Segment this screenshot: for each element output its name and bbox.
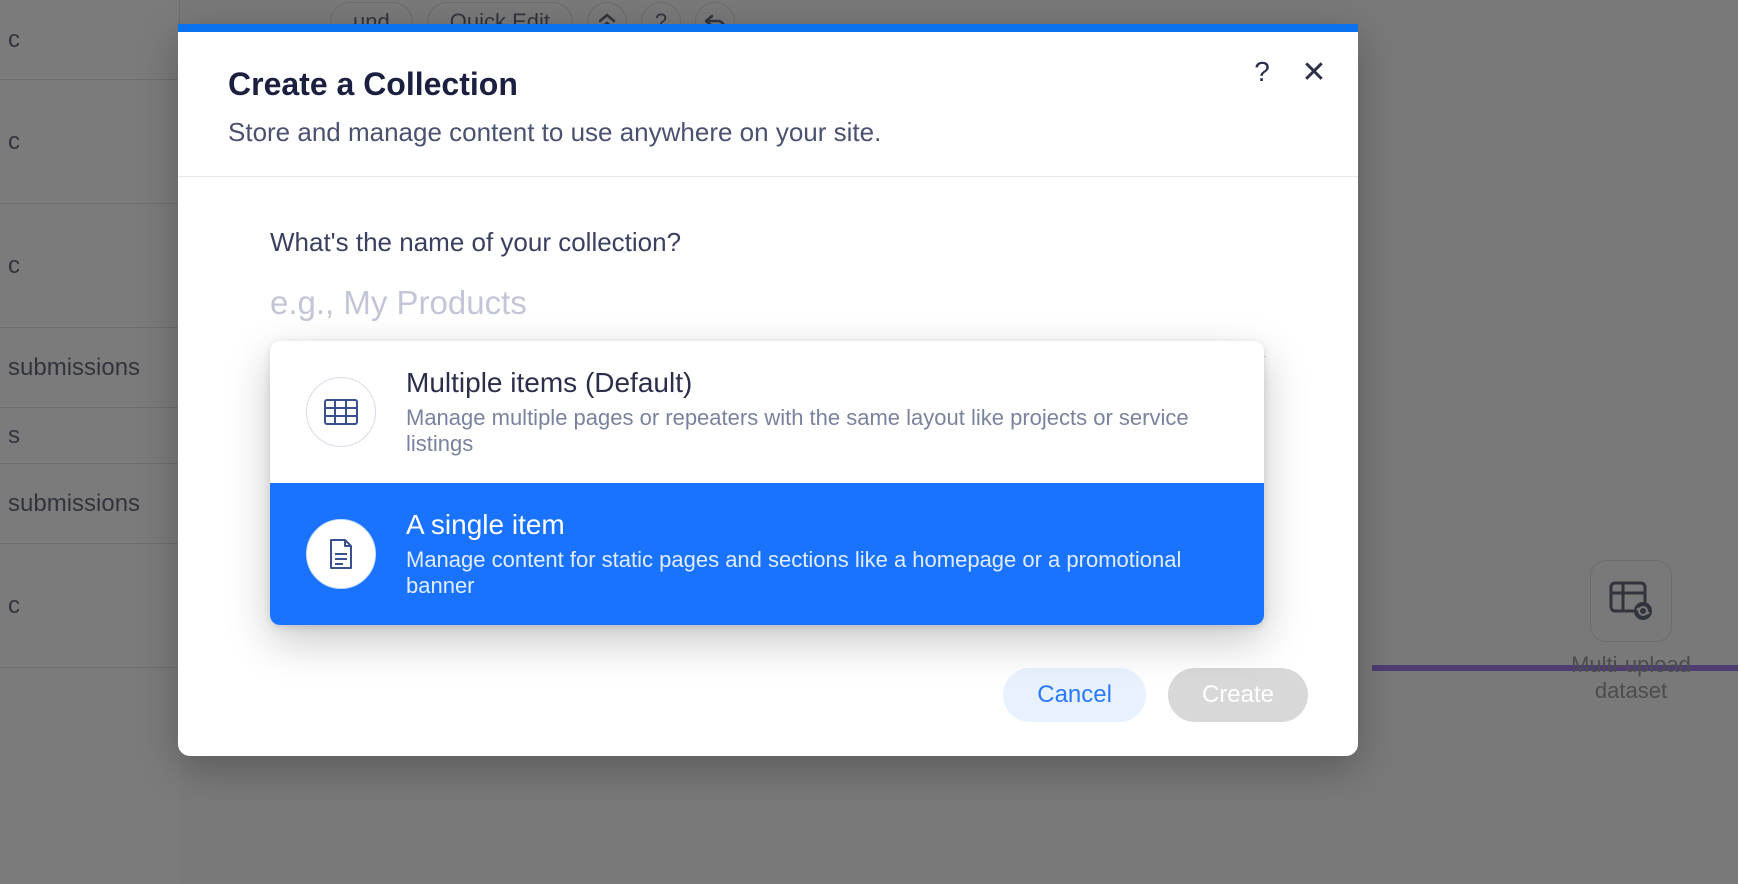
cancel-button[interactable]: Cancel <box>1003 668 1146 722</box>
option-single-item[interactable]: A single item Manage content for static … <box>270 483 1264 625</box>
modal-body: What's the name of your collection? Mult… <box>178 177 1358 650</box>
modal-subtitle: Store and manage content to use anywhere… <box>228 117 1308 148</box>
option-title: Multiple items (Default) <box>406 367 1228 399</box>
option-multiple-items[interactable]: Multiple items (Default) Manage multiple… <box>270 341 1264 483</box>
option-title: A single item <box>406 509 1228 541</box>
close-icon[interactable]: ✕ <box>1296 54 1332 90</box>
option-desc: Manage multiple pages or repeaters with … <box>406 405 1228 457</box>
collection-name-input[interactable] <box>270 280 1266 338</box>
document-icon <box>306 519 376 589</box>
collection-name-label: What's the name of your collection? <box>270 227 1266 258</box>
table-icon <box>306 377 376 447</box>
modal-title: Create a Collection <box>228 66 1308 103</box>
create-button[interactable]: Create <box>1168 668 1308 722</box>
option-desc: Manage content for static pages and sect… <box>406 547 1228 599</box>
modal-header: Create a Collection Store and manage con… <box>178 32 1358 177</box>
help-icon[interactable]: ? <box>1244 54 1280 90</box>
modal-footer: Cancel Create <box>178 650 1358 756</box>
collection-type-options: Multiple items (Default) Manage multiple… <box>270 341 1264 625</box>
create-collection-modal: Create a Collection Store and manage con… <box>178 24 1358 756</box>
